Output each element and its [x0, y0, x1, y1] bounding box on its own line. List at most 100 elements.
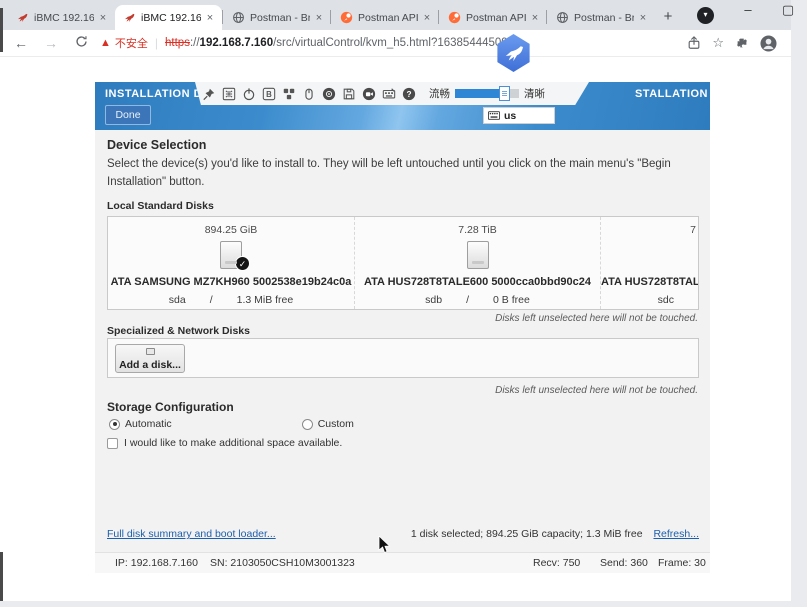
slider-handle[interactable] [499, 86, 510, 101]
tab-close-icon[interactable]: × [637, 12, 649, 24]
disk-drive-icon: ✓ [220, 241, 242, 269]
disk-name: ATA HUS728T8TAL [601, 276, 698, 288]
selected-check-icon: ✓ [235, 256, 250, 271]
installer-footer: Full disk summary and boot loader... 1 d… [95, 524, 710, 548]
reclaim-space-checkbox[interactable] [107, 438, 118, 449]
local-disks-heading: Local Standard Disks [107, 200, 214, 212]
disk-mount: / [210, 294, 213, 306]
device-selection-heading: Device Selection [107, 138, 206, 152]
disk-size: 7 [601, 224, 698, 236]
tab-separator [546, 10, 547, 24]
keyboard-b-icon[interactable]: B [261, 86, 276, 101]
full-disk-summary-link[interactable]: Full disk summary and boot loader... [107, 528, 276, 540]
status-send: Send: 360 [600, 557, 648, 569]
disk-sdb[interactable]: 7.28 TiB ATA HUS728T8TALE600 5000cca0bbd… [354, 217, 600, 309]
postman-icon [340, 11, 353, 24]
bird-icon [502, 41, 526, 65]
tab-close-icon[interactable]: × [313, 12, 325, 24]
automatic-radio-label: Automatic [125, 418, 172, 430]
back-icon[interactable]: ← [12, 35, 30, 51]
storage-config-heading: Storage Configuration [107, 400, 234, 414]
quality-slider[interactable] [455, 89, 519, 98]
automatic-radio[interactable] [109, 419, 120, 430]
done-button[interactable]: Done [105, 105, 151, 125]
custom-radio[interactable] [302, 419, 313, 430]
disk-free: 1.3 MiB free [237, 294, 294, 306]
reload-icon[interactable] [72, 35, 90, 51]
tab-separator [222, 10, 223, 24]
ibmc-favicon [16, 11, 29, 24]
unselected-note-2: Disks left unselected here will not be t… [495, 385, 698, 396]
keyboard-layout-label: us [504, 110, 516, 122]
tab-label: Postman API Platfo [466, 12, 526, 24]
profile-avatar[interactable] [760, 35, 777, 52]
share-icon[interactable] [687, 36, 701, 50]
fullscreen-icon[interactable] [221, 86, 236, 101]
bookmark-star-icon[interactable]: ☆ [712, 35, 724, 51]
selection-summary: 1 disk selected; 894.25 GiB capacity; 1.… [411, 528, 643, 540]
kvm-status-bar: IP: 192.168.7.160 SN: 2103050CSH10M30013… [95, 552, 710, 573]
screenshot-keyboard-icon[interactable] [381, 86, 396, 101]
postman-icon [448, 11, 461, 24]
new-tab-button[interactable]: + [657, 6, 679, 28]
disk-device: sda [169, 294, 186, 306]
address-bar: ← → ▲ 不安全 | https://192.168.7.160/src/vi… [0, 30, 791, 57]
tab-close-icon[interactable]: × [529, 12, 541, 24]
tab-postman-browse-1[interactable]: Postman - Browse × [224, 5, 331, 30]
disk-size: 7.28 TiB [355, 224, 600, 236]
custom-radio-label: Custom [318, 418, 354, 430]
help-icon[interactable]: ? [401, 86, 416, 101]
chip-divider: | [155, 36, 158, 50]
tab-postman-browse-2[interactable]: Postman - Browse × [548, 5, 655, 30]
svg-text:?: ? [406, 89, 411, 99]
mouse-icon[interactable] [301, 86, 316, 101]
disk-mount: / [466, 294, 469, 306]
disk-device: sdc [658, 294, 674, 306]
mouse-cursor [378, 536, 391, 554]
url-input[interactable]: https://192.168.7.160/src/virtualControl… [165, 37, 687, 49]
url-path: /src/virtualControl/kvm_h5.html?16385444… [273, 37, 520, 49]
add-disk-label: Add a disk... [119, 359, 181, 371]
status-recv: Recv: 750 [533, 557, 580, 569]
record-icon[interactable] [361, 86, 376, 101]
pin-icon[interactable] [201, 86, 216, 101]
kvm-toolbar: B ? 流畅 清晰 [195, 82, 589, 105]
floppy-save-icon[interactable] [341, 86, 356, 101]
screen-edge-artifact [0, 552, 3, 601]
disk-sdc[interactable]: 7 ATA HUS728T8TAL sdc [600, 217, 698, 309]
forward-icon[interactable]: → [42, 35, 60, 51]
slider-smooth-label: 流畅 [429, 86, 450, 101]
network-disks-box: Add a disk... [107, 338, 699, 378]
video-quality-slider-group: 流畅 清晰 [429, 86, 545, 101]
tab-close-icon[interactable]: × [204, 12, 216, 24]
disk-name: ATA SAMSUNG MZ7KH960 5002538e19b24c0a [108, 276, 354, 288]
url-scheme-struck: https [165, 37, 190, 49]
slider-sharp-label: 清晰 [524, 86, 545, 101]
security-warning-chip[interactable]: ▲ 不安全 [100, 35, 148, 51]
extensions-puzzle-icon[interactable] [735, 36, 749, 50]
tab-ibmc-1[interactable]: iBMC 192.168.7.16 × [8, 5, 115, 30]
mini-disk-icon [146, 348, 155, 355]
tab-postman-api-2[interactable]: Postman API Platfo × [440, 5, 547, 30]
maximize-button[interactable]: ▢ [778, 2, 798, 18]
send-key-combo-icon[interactable] [281, 86, 296, 101]
disk-sda[interactable]: 894.25 GiB ✓ ATA SAMSUNG MZ7KH960 500253… [108, 217, 354, 309]
url-separator: :// [190, 37, 200, 49]
tab-close-icon[interactable]: × [421, 12, 433, 24]
tab-ibmc-2-active[interactable]: iBMC 192.168.7.16 × [115, 5, 222, 30]
reclaim-space-row: I would like to make additional space av… [107, 437, 342, 449]
add-disk-button[interactable]: Add a disk... [115, 344, 185, 373]
tab-postman-api-1[interactable]: Postman API Platfo × [332, 5, 439, 30]
cd-rom-icon[interactable] [321, 86, 336, 101]
media-controls-icon[interactable]: ▾ [697, 7, 714, 24]
refresh-link[interactable]: Refresh... [653, 528, 699, 540]
globe-icon [232, 11, 245, 24]
tab-close-icon[interactable]: × [97, 12, 109, 24]
unselected-note: Disks left unselected here will not be t… [495, 313, 698, 324]
security-warning-label: 不安全 [115, 35, 148, 51]
keyboard-layout-indicator[interactable]: us [483, 107, 555, 124]
power-icon[interactable] [241, 86, 256, 101]
browser-window: iBMC 192.168.7.16 × iBMC 192.168.7.16 × … [0, 0, 791, 601]
minimize-button[interactable]: – [738, 2, 758, 17]
slider-fill [455, 89, 502, 98]
